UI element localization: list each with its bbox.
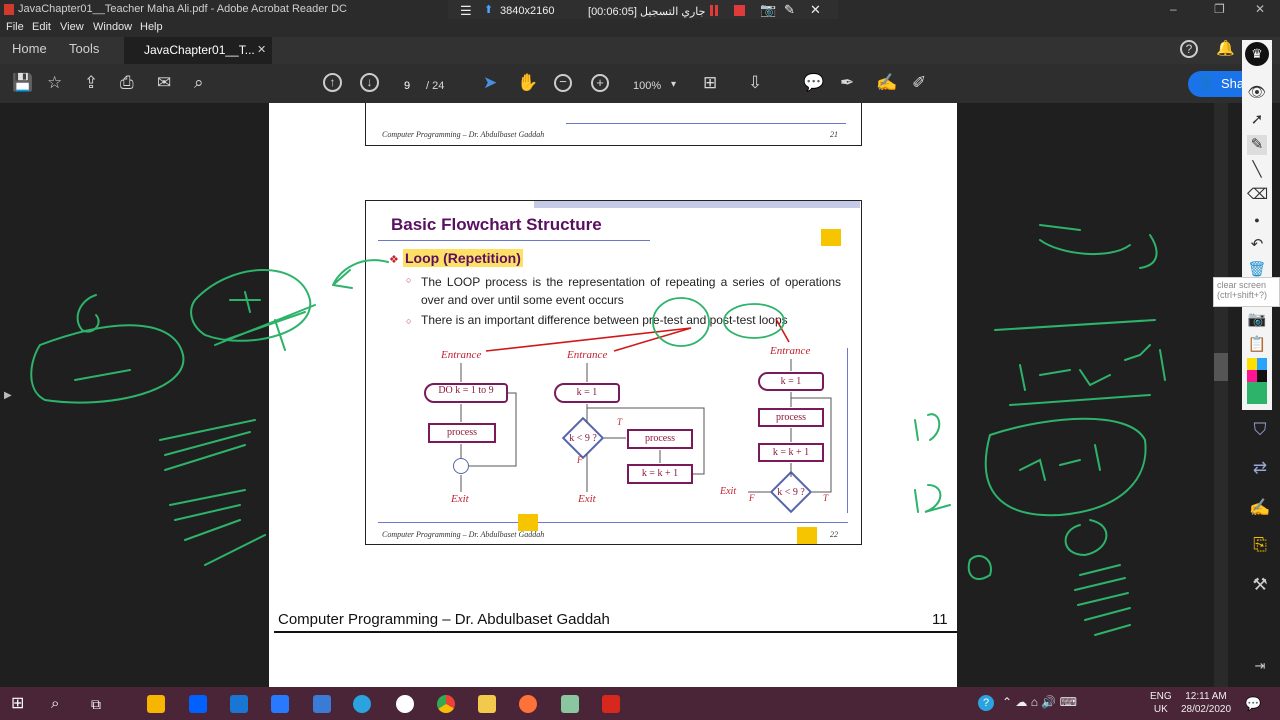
mail-icon[interactable] bbox=[230, 695, 248, 713]
close-window-button[interactable]: ✕ bbox=[1255, 2, 1265, 16]
color-swatch-black[interactable] bbox=[1257, 370, 1267, 382]
undo-icon[interactable]: ↶ bbox=[1247, 235, 1267, 255]
clock-time: 12:11 AM bbox=[1185, 691, 1227, 702]
todo-icon[interactable] bbox=[313, 695, 331, 713]
annotation-tool-panel: ♛ 👁 ➚ ✎ ╲ ⌫ ● ↶ 🗑 📷 📋 bbox=[1242, 40, 1272, 410]
color-swatch-yellow[interactable] bbox=[1247, 358, 1257, 370]
windows-taskbar: ⊞ ⌕ ⧉ ? ⌃ ☁ ⌂ 🔊 ⌨ ENG UK 12:11 AM 28/02/… bbox=[0, 687, 1280, 720]
notifications-icon[interactable]: 💬 bbox=[1245, 696, 1261, 712]
language-indicator[interactable]: ENG UK bbox=[1150, 691, 1172, 715]
acrobat-taskbar-icon[interactable] bbox=[602, 695, 620, 713]
tooltip-line-1: clear screen bbox=[1217, 280, 1267, 290]
clock-date: 28/02/2020 bbox=[1180, 704, 1232, 715]
store-icon[interactable] bbox=[147, 695, 165, 713]
taskbar-search-icon[interactable]: ⌕ bbox=[51, 695, 69, 713]
color-swatch-pink[interactable] bbox=[1247, 370, 1257, 382]
clear-screen-tooltip: clear screen (ctrl+shift+?) bbox=[1213, 277, 1280, 307]
tray-icons[interactable]: ⌃ ☁ ⌂ 🔊 ⌨ bbox=[1002, 695, 1077, 709]
start-icon[interactable]: ⊞ bbox=[11, 695, 29, 713]
color-swatch-blue[interactable] bbox=[1257, 358, 1267, 370]
lang-code: ENG bbox=[1150, 691, 1172, 702]
help-tray-icon[interactable]: ? bbox=[978, 695, 994, 711]
more-tools-icon[interactable]: ⚒ bbox=[1244, 575, 1276, 595]
clock[interactable]: 12:11 AM 28/02/2020 bbox=[1180, 691, 1232, 715]
telegram-icon[interactable] bbox=[353, 695, 371, 713]
eye-icon[interactable]: 👁 bbox=[1247, 83, 1267, 103]
dot-size-icon[interactable]: ● bbox=[1247, 210, 1267, 230]
cursor-tool-icon[interactable]: ➚ bbox=[1247, 110, 1267, 130]
chrome-icon[interactable] bbox=[437, 695, 455, 713]
region-code: UK bbox=[1153, 704, 1168, 715]
fill-sign-icon[interactable]: ✍ bbox=[1244, 498, 1276, 518]
ink-annotations bbox=[30, 224, 1166, 636]
line-tool-icon[interactable]: ╲ bbox=[1247, 160, 1267, 180]
eraser-icon[interactable]: ⌫ bbox=[1247, 185, 1268, 205]
clipboard-icon[interactable]: 📋 bbox=[1247, 335, 1267, 355]
create-pdf-icon[interactable]: ⎘ bbox=[1244, 535, 1276, 555]
app-logo-icon[interactable]: ♛ bbox=[1245, 42, 1269, 66]
color-swatch-green[interactable] bbox=[1247, 382, 1267, 404]
collapse-panel-icon[interactable]: ⇥ bbox=[1244, 658, 1276, 674]
camera-icon[interactable]: 📷 bbox=[1247, 310, 1267, 330]
task-view-icon[interactable]: ⧉ bbox=[91, 695, 109, 713]
tooltip-line-2: (ctrl+shift+?) bbox=[1217, 290, 1268, 300]
calendar-icon[interactable] bbox=[271, 695, 289, 713]
firefox-icon[interactable] bbox=[519, 695, 537, 713]
dropbox-icon[interactable] bbox=[189, 695, 207, 713]
file-explorer-icon[interactable] bbox=[478, 695, 496, 713]
protect-icon[interactable]: ⛉ bbox=[1244, 420, 1276, 440]
highlighter-icon[interactable]: ✎ bbox=[1247, 135, 1267, 155]
recorder-app-icon[interactable] bbox=[396, 695, 414, 713]
app-box-icon[interactable] bbox=[561, 695, 579, 713]
export-pdf-icon[interactable]: ⇄ bbox=[1244, 458, 1276, 478]
